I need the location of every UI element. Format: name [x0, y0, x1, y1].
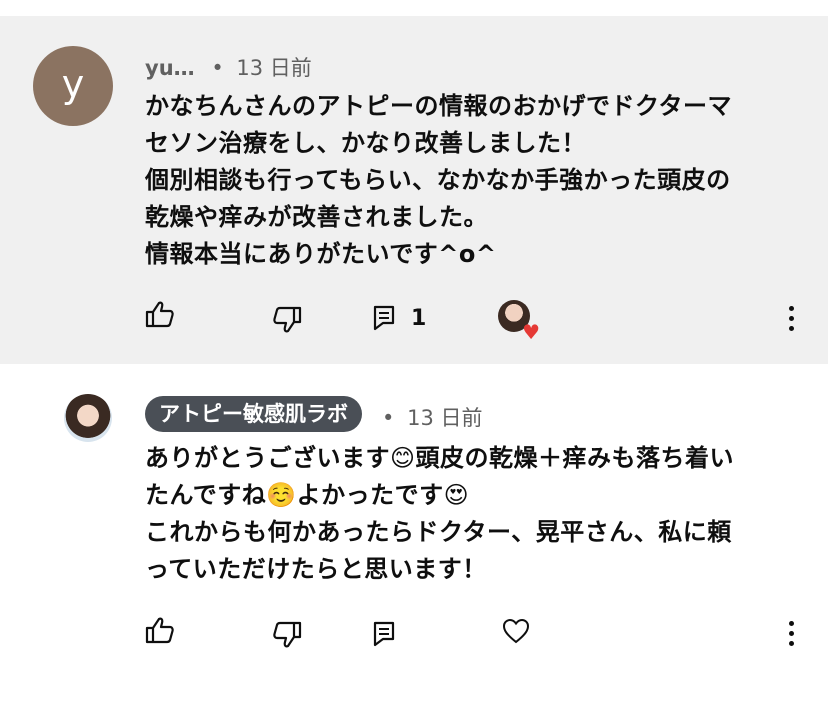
reply-meta: • 13 日前	[382, 402, 482, 432]
reply-button[interactable]: 1	[373, 305, 426, 331]
avatar[interactable]: y	[33, 46, 113, 126]
creator-heart-icon: ♥	[522, 320, 540, 344]
dislike-button[interactable]	[272, 306, 302, 334]
comment-highlighted: y yu… • 13 日前 かなちんさんのアトピーの情報のおかげでドクターマ セ…	[0, 16, 828, 364]
timestamp[interactable]: 13 日前	[236, 56, 311, 80]
dislike-button[interactable]	[272, 621, 302, 649]
reply-icon	[373, 621, 395, 647]
more-vertical-icon	[789, 621, 794, 626]
timestamp[interactable]: 13 日前	[407, 406, 482, 430]
reply-button[interactable]	[373, 621, 395, 647]
separator-dot: •	[382, 406, 395, 430]
reply-count[interactable]: 1	[411, 306, 426, 331]
channel-avatar[interactable]	[64, 394, 112, 442]
thumbs-up-icon	[145, 301, 174, 328]
heart-outline-icon	[502, 618, 530, 644]
more-vertical-icon	[789, 306, 794, 311]
creator-heart-badge: ♥	[498, 300, 540, 344]
reply-icon	[373, 305, 395, 331]
more-options-button[interactable]	[789, 621, 795, 651]
heart-button[interactable]	[502, 618, 530, 644]
thumbs-down-icon	[273, 306, 302, 333]
separator-dot: •	[211, 56, 224, 80]
channel-name-badge[interactable]: アトピー敏感肌ラボ	[145, 396, 362, 432]
comment-reply: アトピー敏感肌ラボ • 13 日前 ありがとうございます😊頭皮の乾燥＋痒みも落ち…	[0, 364, 828, 721]
comment-text: ありがとうございます😊頭皮の乾燥＋痒みも落ち着い たんですね☺️よかったです😍 …	[145, 444, 735, 583]
author-name[interactable]: yu…	[145, 56, 195, 80]
like-button[interactable]	[145, 300, 175, 328]
thumbs-up-icon	[145, 617, 174, 644]
like-button[interactable]	[145, 616, 175, 644]
more-options-button[interactable]	[789, 306, 795, 336]
comment-header: yu… • 13 日前	[145, 52, 312, 82]
thumbs-down-icon	[273, 621, 302, 648]
comment-text: かなちんさんのアトピーの情報のおかげでドクターマ セソン治療をし、かなり改善しま…	[145, 92, 733, 268]
